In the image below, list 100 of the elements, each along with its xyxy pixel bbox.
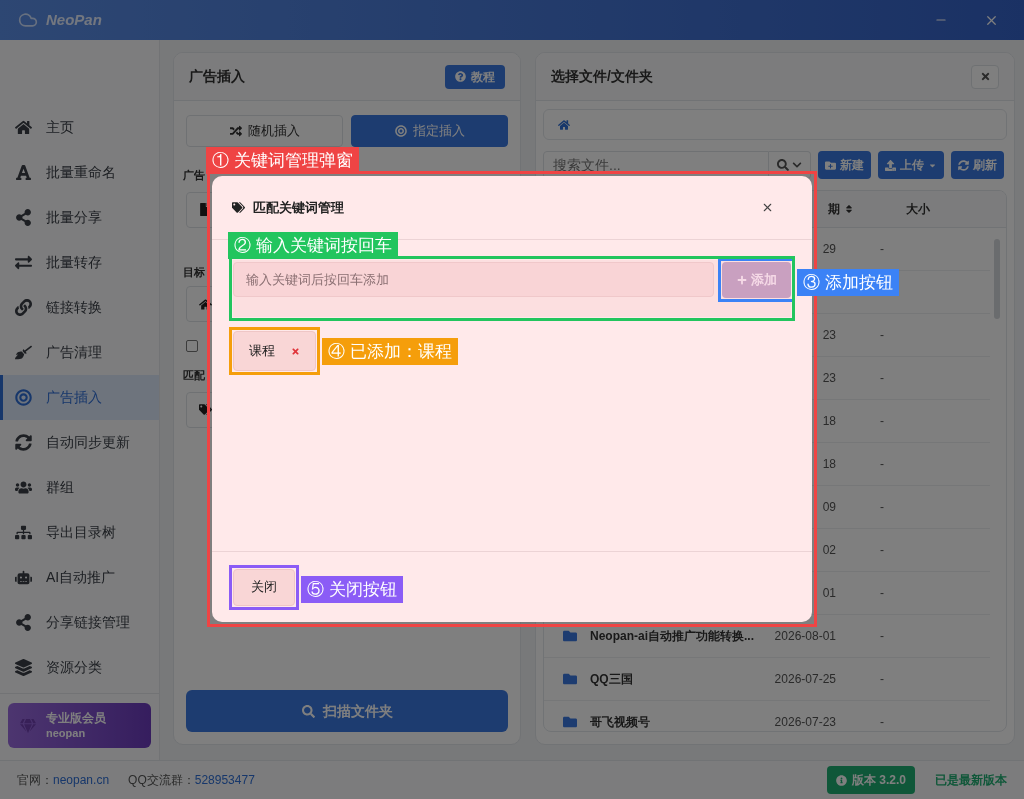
plus-icon [736,275,747,285]
size-cell-text: - [880,714,884,731]
pro-member-card[interactable]: 专业版会员 neopan [8,703,151,748]
sidebar-item[interactable]: 批量转存 [0,240,159,285]
sidebar-item[interactable]: 群组 [0,465,159,510]
link-icon [15,299,32,316]
info-icon [835,774,847,786]
remove-icon[interactable] [291,346,300,356]
date-cell-text: 02 [822,542,836,559]
size-cell-text: - [880,499,884,516]
help-icon [455,71,466,82]
file-name[interactable]: 哥飞视频号 [590,713,650,731]
mode-tab[interactable]: 指定插入 [351,115,508,147]
qq-group-label: QQ交流群： [128,772,195,789]
letter-icon [15,164,32,181]
keyword-tag: 课程 [233,331,316,371]
size-cell-text: - [880,413,884,430]
mode-tab[interactable]: 随机插入 [186,115,343,147]
sidebar-item[interactable]: 导出目录树 [0,510,159,555]
hierarchy-icon [15,524,32,541]
annotation-label: ④ 已添加：课程 [322,338,458,365]
size-cell-text: - [880,456,884,473]
search-icon [301,704,315,718]
robot-icon [15,569,32,586]
toolbar-button[interactable]: 上传 [878,151,944,179]
folder-icon [562,629,578,643]
scan-folder-button[interactable]: 扫描文件夹 [186,690,508,732]
shuffle-icon [229,125,242,137]
date-cell-text: 2026-07-23 [774,714,836,731]
date-cell-text: 2026-07-25 [774,671,836,688]
annotation-label: ② 输入关键词按回车 [228,232,398,259]
pro-card-subtitle: neopan [46,725,87,741]
column-header[interactable]: 期 [758,200,886,218]
dialog-title: 匹配关键词管理 [253,198,344,217]
field-label: 目标 [183,264,205,280]
chevron-icon[interactable] [792,160,802,170]
date-cell-text: 09 [822,499,836,516]
column-header[interactable]: 大小 [886,200,930,218]
sidebar-item[interactable]: AI自动推广 [0,555,159,600]
sidebar-item[interactable]: 广告插入 [0,375,159,420]
brush-icon [15,344,32,361]
sidebar-item[interactable]: 主页 [0,105,159,150]
close-dialog-button[interactable]: 关闭 [233,568,295,606]
upload-icon [885,159,896,171]
size-cell-text: - [880,370,884,387]
folder-plus-icon [825,159,836,171]
size-cell-text: - [880,585,884,602]
file-name[interactable]: Neopan-ai自动推广功能转换... [590,627,754,645]
close-icon [979,71,991,82]
sidebar-item[interactable]: 分享链接管理 [0,600,159,645]
sort-icon [844,204,854,214]
layers-icon [15,659,32,676]
annotation-label: ③ 添加按钮 [797,269,899,296]
keyword-input[interactable]: 输入关键词后按回车添加 [233,262,714,297]
home-icon [15,119,32,136]
sidebar-item[interactable]: 批量重命名 [0,150,159,195]
home-icon[interactable] [558,118,570,131]
version-badge: 版本 3.2.0 [826,766,915,794]
size-cell-text: - [880,542,884,559]
date-cell-text: 29 [822,241,836,258]
search-icon[interactable] [777,159,789,171]
close-button[interactable] [971,64,999,89]
date-cell-text: 2026-08-01 [774,628,836,645]
size-cell-text: - [880,628,884,645]
site-link[interactable]: neopan.cn [53,771,110,789]
share-icon [15,209,32,226]
sidebar-item[interactable]: 批量分享 [0,195,159,240]
sidebar-item[interactable]: 广告清理 [0,330,159,375]
size-cell-text: - [880,241,884,258]
size-cell-text: - [880,671,884,688]
toolbar-button[interactable]: 刷新 [951,151,1004,179]
pro-card-title: 专业版会员 [46,710,106,726]
file-name[interactable]: QQ三国 [590,670,633,688]
cloud-icon [18,10,38,30]
folder-icon [562,672,578,686]
update-status: 已是最新版本 [935,772,1007,789]
date-cell-text: 01 [822,585,836,602]
annotation-label: ① 关键词管理弹窗 [206,147,359,174]
date-cell-text: 23 [822,327,836,344]
share-icon [15,614,32,631]
annotation-label: ⑤ 关闭按钮 [301,575,403,603]
tutorial-button[interactable]: 教程 [445,64,505,89]
panel-title: 广告插入 [189,67,245,86]
arrows-icon [15,254,32,271]
date-cell-text: 23 [822,370,836,387]
refresh-icon [15,434,32,451]
app-title: NeoPan [46,9,102,30]
panel-title: 选择文件/文件夹 [551,67,653,86]
target-icon [15,389,32,406]
toolbar-button[interactable]: 新建 [818,151,871,179]
site-label: 官网： [17,772,53,789]
sidebar-item[interactable]: 链接转换 [0,285,159,330]
option-checkbox[interactable] [186,340,198,352]
tags-icon [199,403,212,416]
sidebar-item[interactable]: 资源分类 [0,645,159,690]
sidebar-item[interactable]: 自动同步更新 [0,420,159,465]
date-cell-text: 18 [822,413,836,430]
target-icon [394,125,407,137]
qq-group-number: 528953477 [194,772,255,789]
field-label: 广告 [183,168,205,183]
